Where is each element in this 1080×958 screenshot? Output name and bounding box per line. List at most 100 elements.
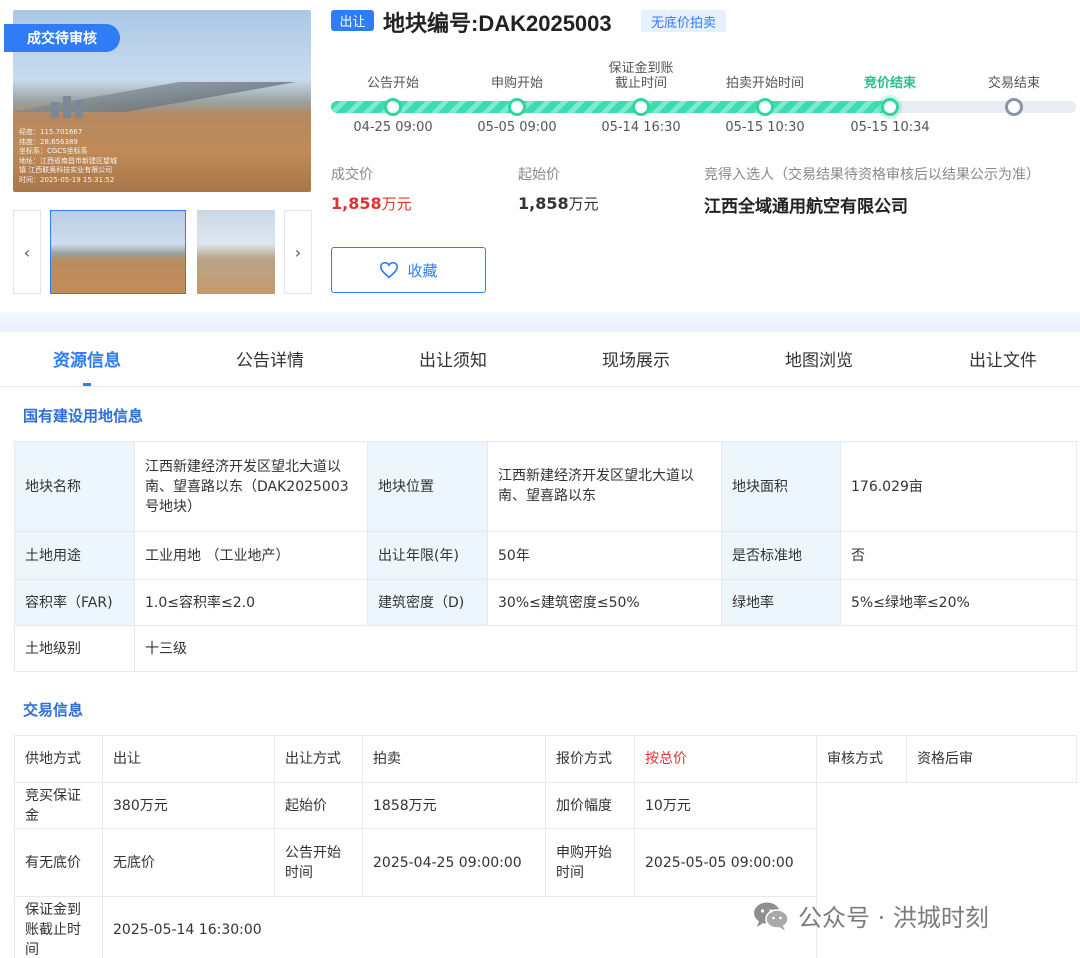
- thumbnail-2[interactable]: [197, 210, 275, 294]
- no-reserve-tag: 无底价拍卖: [641, 10, 727, 32]
- geotag-line: 镇 江西联奥科技实业有限公司: [19, 166, 113, 174]
- cell-value: 2025-05-14 16:30:00: [102, 896, 817, 958]
- timeline-step-time: 05-15 10:30: [725, 120, 805, 135]
- thumb-prev-button[interactable]: ‹: [13, 210, 41, 294]
- cell-value: 无底价: [102, 828, 275, 897]
- favorite-button[interactable]: 收藏: [331, 247, 486, 293]
- timeline-node: [508, 98, 526, 116]
- cell-label: 地块名称: [14, 441, 135, 532]
- cell-value: 1858万元: [362, 782, 546, 829]
- table-row: 土地用途 工业用地 （工业地产） 出让年限(年) 50年 是否标准地 否: [14, 531, 1077, 580]
- chevron-right-icon: ›: [294, 242, 302, 262]
- timeline-step-time: 05-05 09:00: [477, 120, 557, 135]
- cell-label: 是否标准地: [721, 531, 841, 580]
- cell-value: 按总价: [634, 735, 817, 783]
- tab-announcement[interactable]: 公告详情: [200, 346, 340, 371]
- cell-label: 绿地率: [721, 579, 841, 626]
- cell-label: 加价幅度: [545, 782, 635, 829]
- watermark-text: 公众号 · 洪城时刻: [798, 904, 989, 932]
- photo-building: [63, 96, 71, 118]
- trade-info-title: 交易信息: [23, 701, 84, 719]
- cell-value: 1.0≤容积率≤2.0: [134, 579, 368, 626]
- timeline-node: [756, 98, 774, 116]
- chevron-left-icon: ‹: [23, 242, 31, 262]
- tab-transfer-notice[interactable]: 出让须知: [383, 346, 523, 371]
- cell-label: 供地方式: [14, 735, 103, 783]
- land-info-table: 地块名称 江西新建经济开发区望北大道以南、望喜路以东（DAK2025003号地块…: [14, 441, 1077, 672]
- cell-value: 30%≤建筑密度≤50%: [487, 579, 722, 626]
- cell-value: 5%≤绿地率≤20%: [840, 579, 1077, 626]
- status-ribbon: 成交待审核: [4, 24, 120, 52]
- deal-price-caption: 成交价: [331, 167, 373, 183]
- table-row: 供地方式 出让 出让方式 拍卖 报价方式 按总价 审核方式 资格后审: [14, 735, 1077, 783]
- cell-value: 拍卖: [362, 735, 546, 783]
- divider-band: [0, 312, 1080, 332]
- cell-label: 申购开始时间: [545, 828, 635, 897]
- cell-label: 审核方式: [816, 735, 907, 783]
- tab-bar: 资源信息 公告详情 出让须知 现场展示 地图浏览 出让文件: [0, 332, 1080, 387]
- photo-building: [75, 100, 83, 118]
- timeline-node: [384, 98, 402, 116]
- timeline-step-label: 公告开始: [366, 76, 419, 91]
- cell-value: 2025-04-25 09:00:00: [362, 828, 546, 897]
- cell-label: 地块位置: [367, 441, 488, 532]
- geotag-line: 地址：江西省南昌市新建区望城: [19, 156, 117, 165]
- timeline-step-label: 拍卖开始时间: [725, 76, 804, 91]
- favorite-label: 收藏: [407, 261, 438, 280]
- tab-map-browse[interactable]: 地图浏览: [749, 346, 889, 371]
- cell-value: 资格后审: [906, 735, 1077, 783]
- cell-label: 保证金到账截止时间: [14, 896, 103, 958]
- heart-icon: [380, 261, 399, 279]
- cell-label: 建筑密度（D): [367, 579, 488, 626]
- timeline-step-time: 05-14 16:30: [601, 120, 681, 135]
- tab-resource-info[interactable]: 资源信息: [17, 346, 157, 371]
- cell-label: 有无底价: [14, 828, 103, 897]
- table-row: 竞买保证金 380万元 起始价 1858万元 加价幅度 10万元: [14, 782, 1077, 958]
- cell-value: 否: [840, 531, 1077, 580]
- cell-label: 土地级别: [14, 625, 135, 672]
- start-price-caption: 起始价: [518, 167, 560, 183]
- cell-label: 竞买保证金: [14, 782, 103, 829]
- cell-value: 江西新建经济开发区望北大道以南、望喜路以东: [487, 441, 722, 532]
- cell-value: 176.029亩: [840, 441, 1077, 532]
- parcel-title: 地块编号:DAK2025003: [383, 11, 612, 36]
- tab-site-display[interactable]: 现场展示: [566, 346, 706, 371]
- cell-label: 土地用途: [14, 531, 135, 580]
- transfer-tag: 出让: [331, 10, 374, 31]
- active-tab-indicator: [83, 383, 91, 386]
- timeline-node: [881, 98, 899, 116]
- wechat-icon: [754, 902, 789, 930]
- cell-label: 地块面积: [721, 441, 841, 532]
- cell-value: 50年: [487, 531, 722, 580]
- photo-geotag-overlay: 经度：115.701667 纬度：28.656389 坐标系：CGCS坐标系 地…: [19, 128, 117, 185]
- cell-value: 十三级: [134, 625, 1077, 672]
- timeline-step-label: 保证金到账 截止时间: [608, 61, 674, 91]
- geotag-line: 纬度：28.656389: [19, 137, 78, 146]
- deal-price: 1,858万元: [331, 193, 412, 214]
- cell-label: 出让年限(年): [367, 531, 488, 580]
- cell-value: 江西新建经济开发区望北大道以南、望喜路以东（DAK2025003号地块）: [134, 441, 368, 532]
- thumb-next-button[interactable]: ›: [284, 210, 312, 294]
- cell-value: 工业用地 （工业地产）: [134, 531, 368, 580]
- geotag-line: 时间：2025-05-19 15:31:52: [19, 175, 115, 184]
- watermark: 公众号 · 洪城时刻: [752, 898, 989, 933]
- timeline-node: [1005, 98, 1023, 116]
- cell-value: 2025-05-05 09:00:00: [634, 828, 817, 897]
- winner-caption: 竞得入选人（交易结果待资格审核后以结果公示为准）: [704, 167, 1040, 183]
- table-row: 地块名称 江西新建经济开发区望北大道以南、望喜路以东（DAK2025003号地块…: [14, 441, 1077, 532]
- deal-price-value: 1,858: [331, 194, 382, 213]
- table-row: 土地级别 十三级: [14, 625, 1077, 672]
- winner-name: 江西全域通用航空有限公司: [704, 197, 908, 217]
- cell-label: 报价方式: [545, 735, 635, 783]
- cell-label: 公告开始时间: [274, 828, 363, 897]
- thumbnail-1[interactable]: [50, 210, 186, 294]
- timeline-step-time: 05-15 10:34: [850, 120, 930, 135]
- start-price-unit: 万元: [568, 195, 599, 213]
- start-price: 1,858万元: [518, 193, 599, 214]
- land-info-title: 国有建设用地信息: [23, 407, 144, 425]
- timeline-step-time: 04-25 09:00: [353, 120, 433, 135]
- cell-label: 出让方式: [274, 735, 363, 783]
- tab-transfer-files[interactable]: 出让文件: [933, 346, 1073, 371]
- geotag-line: 坐标系：CGCS坐标系: [19, 147, 88, 155]
- table-row: 容积率（FAR) 1.0≤容积率≤2.0 建筑密度（D) 30%≤建筑密度≤50…: [14, 579, 1077, 626]
